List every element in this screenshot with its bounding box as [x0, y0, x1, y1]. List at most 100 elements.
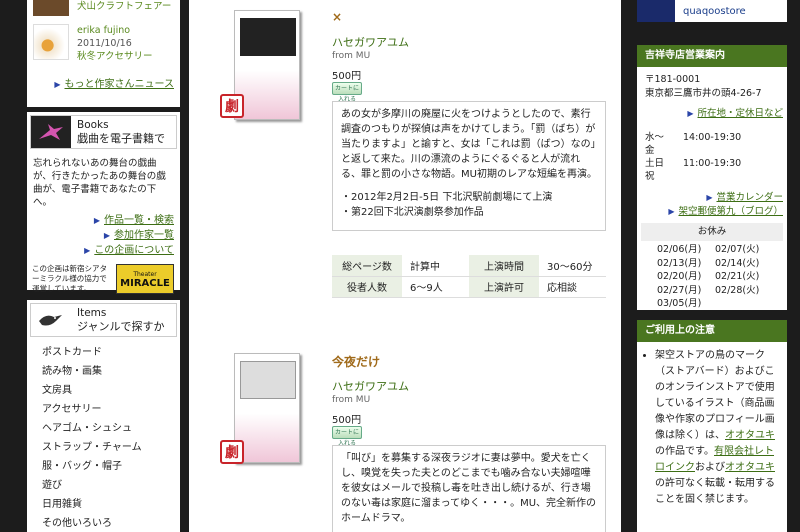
genre-item[interactable]: 文房具	[42, 381, 180, 400]
spec-key: 上演時間	[469, 255, 539, 277]
news-date: 2011/10/16	[77, 38, 132, 49]
genre-item[interactable]: その他いろいろ	[42, 514, 180, 532]
product-author[interactable]: ハセガワアユム	[332, 34, 409, 50]
closed-days-list: 02/06(月) 02/07(火) 02/13(月) 02/14(火) 02/20(…	[637, 243, 787, 311]
spec-value: 30〜60分	[539, 255, 606, 277]
closed-day: 02/28(火)	[715, 284, 760, 296]
notice-item: 架空ストアの鳥のマーク（ストアバード）およびこのオンラインストアで使用しているイ…	[655, 348, 779, 508]
miracle-credit: この企画は新宿シアターミラクル様の協力で運営しています。	[32, 264, 107, 293]
arrow-right-icon: ▶	[54, 80, 61, 89]
notice-text: および	[695, 462, 725, 473]
hours-day: 水〜金	[645, 132, 665, 156]
product-description: 「叫び」を募集する深夜ラジオに妻は夢中。愛犬を亡くし、嗅覚を失った夫とのどこまで…	[332, 445, 606, 532]
news-author[interactable]: erika fujino	[77, 24, 153, 37]
closed-day: 02/07(火)	[715, 244, 760, 255]
shop-info-box: 吉祥寺店営業案内 〒181-0001 東京都三鷹市井の頭4-26-7 ▶ 所在地・…	[637, 45, 787, 310]
items-subtitle: ジャンルで探すか	[77, 320, 165, 333]
arrow-right-icon: ▶	[93, 216, 100, 225]
genre-item[interactable]: 遊び	[42, 476, 180, 495]
notice-text: の作品です。	[655, 446, 714, 457]
closed-day: 02/20(月)	[657, 271, 702, 282]
spec-value: 6〜9人	[402, 276, 469, 298]
notice-text: 架空ストアの鳥のマーク（ストアバード）およびこのオンラインストアで使用しているイ…	[655, 350, 775, 441]
news-label[interactable]: 秋冬アクセサリー	[77, 50, 153, 63]
drama-badge: 劇	[220, 440, 244, 464]
store-logo-icon	[637, 0, 675, 22]
works-search-link[interactable]: 作品一覧・検索	[104, 215, 174, 226]
product-title[interactable]: 今夜だけ	[332, 353, 380, 370]
genre-item[interactable]: ストラップ・チャーム	[42, 438, 180, 457]
arrow-right-icon: ▶	[668, 207, 675, 216]
product-description: あの女が多摩川の廃屋に火をつけようとしたので、素行調査のつもりが探偵は声をかけて…	[332, 101, 606, 231]
genre-item[interactable]: 日用雑貨	[42, 495, 180, 514]
genre-item[interactable]: ヘアゴム・シュシュ	[42, 419, 180, 438]
arrow-right-icon: ▶	[84, 246, 91, 255]
closed-day: 03/05(月)	[657, 298, 702, 309]
news-thumbnail[interactable]	[33, 24, 69, 60]
description-text: 「叫び」を募集する深夜ラジオに妻は夢中。愛犬を亡くし、嗅覚を失った夫とのどこまで…	[341, 453, 597, 524]
access-link[interactable]: 所在地・定休日など	[697, 108, 783, 119]
spec-key: 総ページ数	[332, 255, 402, 277]
books-box: Books 戯曲を電子書籍で 忘れられないあの舞台の戯曲が、行きたかったあの舞台…	[27, 112, 180, 294]
hours-time: 14:00-19:30	[683, 132, 742, 143]
table-row: 総ページ数 計算中 上演時間 30〜60分	[332, 255, 606, 277]
hours-row: 土日祝 11:00-19:30	[637, 157, 787, 183]
spec-value: 応相談	[539, 276, 606, 298]
genre-item[interactable]: 服・バッグ・帽子	[42, 457, 180, 476]
items-box: Items ジャンルで探すか ポストカード 読み物・画集 文房具 アクセサリー …	[27, 300, 180, 532]
closed-day: 02/13(月)	[657, 257, 702, 269]
blog-link[interactable]: 架空郵便第九（ブログ）	[678, 206, 783, 217]
shop-address: 東京都三鷹市井の頭4-26-7	[645, 88, 762, 99]
hours-time: 11:00-19:30	[683, 158, 742, 169]
add-to-cart-button[interactable]: カートに入れる	[332, 82, 362, 103]
spec-key: 役者人数	[332, 276, 402, 298]
closed-days-header: お休み	[641, 223, 783, 241]
bird-icon	[31, 116, 71, 148]
product-card: 劇 × ハセガワアユム from MU 500円 カートに入れる あの女が多摩川…	[189, 0, 621, 310]
performance-note: ・2012年2月2日-5日 下北沢駅前劇場にて上演	[341, 192, 553, 203]
closed-day: 02/14(火)	[715, 257, 760, 269]
calendar-link[interactable]: 営業カレンダー	[716, 192, 783, 203]
drama-badge: 劇	[220, 94, 244, 118]
notice-text: の許可なく転載・転用することを固く禁じます。	[655, 478, 775, 505]
news-label[interactable]: 犬山クラフトフェアー	[77, 1, 171, 12]
spec-key: 上演許可	[469, 276, 539, 298]
news-item[interactable]: 犬山クラフトフェアー	[27, 0, 180, 16]
arrow-right-icon: ▶	[706, 193, 713, 202]
arrow-right-icon: ▶	[687, 109, 694, 118]
product-title[interactable]: ×	[332, 10, 342, 24]
notice-header: ご利用上の注意	[637, 320, 787, 342]
left-sidebar: 犬山クラフトフェアー erika fujino 2011/10/16 秋冬アクセ…	[27, 0, 180, 532]
news-thumbnail[interactable]	[33, 0, 69, 16]
news-item[interactable]: erika fujino 2011/10/16 秋冬アクセサリー	[27, 24, 180, 63]
cover-image	[240, 18, 296, 56]
product-spec-table: 総ページ数 計算中 上演時間 30〜60分 役者人数 6〜9人 上演許可 応相談	[332, 255, 606, 298]
genre-item[interactable]: アクセサリー	[42, 400, 180, 419]
store-name[interactable]: quaqoostore	[683, 6, 746, 17]
closed-day: 02/21(火)	[715, 271, 760, 282]
arrow-right-icon: ▶	[103, 231, 110, 240]
add-to-cart-button[interactable]: カートに入れる	[332, 426, 362, 447]
hours-day: 土日祝	[645, 158, 665, 182]
product-from: from MU	[332, 395, 371, 405]
spec-value: 計算中	[402, 255, 469, 277]
genre-list: ポストカード 読み物・画集 文房具 アクセサリー ヘアゴム・シュシュ ストラップ…	[27, 337, 180, 532]
right-sidebar: quaqoostore 吉祥寺店営業案内 〒181-0001 東京都三鷹市井の頭…	[637, 0, 787, 532]
theater-miracle-logo[interactable]: Theater MIRACLE	[116, 264, 174, 294]
about-project-link[interactable]: この企画について	[94, 245, 174, 256]
product-author[interactable]: ハセガワアユム	[332, 378, 409, 394]
genre-item[interactable]: ポストカード	[42, 343, 180, 362]
miracle-logo-main: MIRACLE	[120, 278, 170, 289]
genre-item[interactable]: 読み物・画集	[42, 362, 180, 381]
description-text: あの女が多摩川の廃屋に火をつけようとしたので、素行調査のつもりが探偵は声をかけて…	[341, 109, 597, 180]
closed-day: 02/06(月)	[657, 244, 702, 255]
shop-info-header: 吉祥寺店営業案内	[637, 45, 787, 67]
ota-yuki-link[interactable]: オオタユキ	[725, 462, 775, 473]
authors-list-link[interactable]: 参加作家一覧	[114, 230, 174, 241]
more-news-link[interactable]: もっと作家さんニュース	[65, 79, 175, 90]
books-description: 忘れられないあの舞台の戯曲が、行きたかったあの舞台の戯曲が、電子書籍であなたの下…	[33, 158, 166, 208]
ota-yuki-link[interactable]: オオタユキ	[725, 430, 775, 441]
store-banner[interactable]: quaqoostore	[637, 0, 787, 22]
shop-zip: 〒181-0001	[645, 74, 701, 85]
festival-note: ・第22回下北沢演劇祭参加作品	[341, 207, 484, 218]
